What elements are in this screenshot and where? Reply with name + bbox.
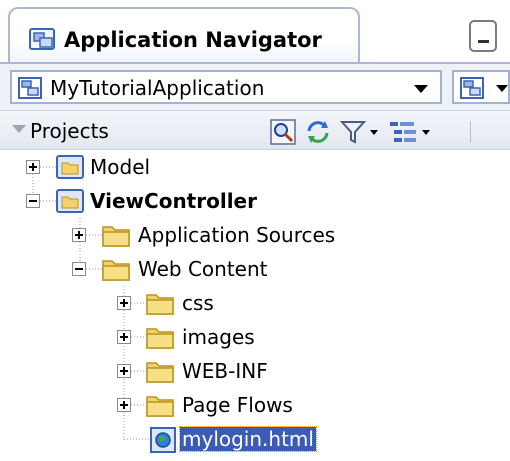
expand-icon[interactable] <box>26 160 40 174</box>
tree-node-images[interactable]: images <box>0 320 280 354</box>
tree-node-web-inf[interactable]: WEB-INF <box>0 354 300 388</box>
folder-icon <box>102 226 130 247</box>
project-folder-icon <box>56 155 84 179</box>
html-file-icon <box>150 427 176 453</box>
folder-icon <box>146 362 174 383</box>
application-navigator-tab[interactable]: Application Navigator <box>8 7 360 64</box>
project-tree: Model ViewController Application Sources… <box>0 150 510 461</box>
tree-node-label: Application Sources <box>138 223 336 247</box>
tree-node-label: mylogin.html <box>179 426 317 452</box>
tree-node-label: Model <box>90 155 151 179</box>
expand-icon[interactable] <box>117 330 131 344</box>
folder-icon <box>146 328 174 349</box>
application-selector-value: MyTutorialApplication <box>50 76 265 100</box>
folder-icon <box>102 260 130 281</box>
folder-icon <box>146 396 174 417</box>
application-menu-icon <box>460 77 484 99</box>
tree-node-label: images <box>182 325 255 349</box>
expand-icon[interactable] <box>117 296 131 310</box>
collapse-triangle-icon[interactable] <box>12 125 26 133</box>
collapse-icon[interactable] <box>72 262 86 276</box>
options-icon[interactable] <box>388 119 432 145</box>
application-navigator-icon <box>29 28 55 50</box>
chevron-down-icon[interactable] <box>414 85 428 93</box>
application-selector-row: MyTutorialApplication <box>0 64 510 110</box>
projects-label: Projects <box>30 119 109 143</box>
tree-node-page-flows[interactable]: Page Flows <box>0 388 340 422</box>
tree-node-label: Page Flows <box>182 393 293 417</box>
tree-node-css[interactable]: css <box>0 286 280 320</box>
tree-node-label: ViewController <box>90 189 257 213</box>
application-selector[interactable]: MyTutorialApplication <box>10 70 442 104</box>
expand-icon[interactable] <box>117 364 131 378</box>
title-tab-strip: Application Navigator <box>0 0 510 66</box>
tree-node-web-content[interactable]: Web Content <box>0 252 320 286</box>
tree-node-label: WEB-INF <box>182 359 268 383</box>
application-menu-button[interactable] <box>452 70 510 104</box>
refresh-icon[interactable] <box>304 119 332 145</box>
tree-node-label: Web Content <box>138 257 268 281</box>
application-icon <box>18 77 42 99</box>
tree-node-model[interactable]: Model <box>0 150 300 184</box>
expand-icon[interactable] <box>72 228 86 242</box>
toolbar-separator <box>470 121 471 143</box>
tree-node-application-sources[interactable]: Application Sources <box>0 218 360 252</box>
minimize-icon[interactable] <box>469 20 497 52</box>
tree-node-viewcontroller[interactable]: ViewController <box>0 184 320 218</box>
folder-icon <box>146 294 174 315</box>
projects-header: Projects <box>0 110 510 150</box>
tree-node-label: css <box>182 291 214 315</box>
filter-icon[interactable] <box>340 119 380 145</box>
collapse-icon[interactable] <box>26 194 40 208</box>
chevron-down-icon <box>496 85 508 92</box>
search-icon[interactable] <box>270 119 296 145</box>
expand-icon[interactable] <box>117 398 131 412</box>
tab-title: Application Navigator <box>64 28 322 52</box>
tree-node-mylogin-html[interactable]: mylogin.html <box>0 422 340 456</box>
project-folder-icon <box>56 189 84 213</box>
